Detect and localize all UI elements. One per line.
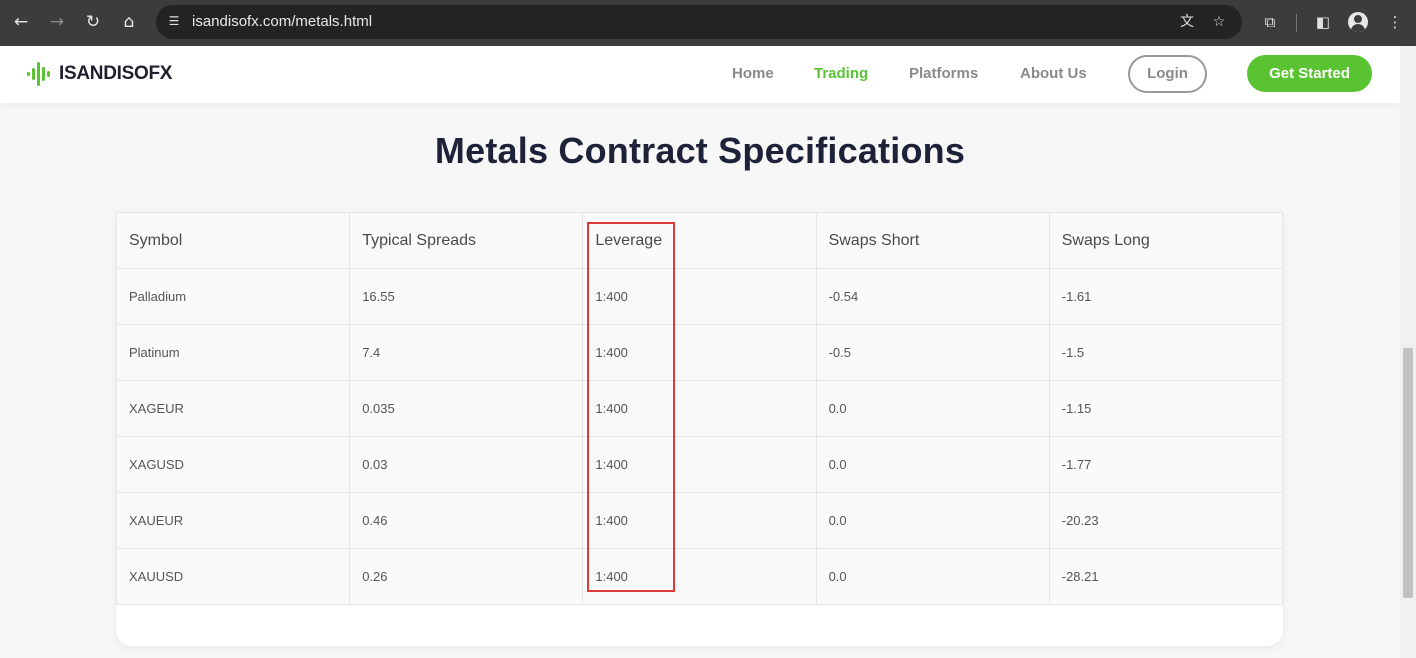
page-scrollbar[interactable] xyxy=(1400,46,1416,658)
table-row: Palladium 16.55 1:400 -0.54 -1.61 xyxy=(115,268,1284,325)
cell-symbol: Platinum xyxy=(115,324,351,381)
logo-text: ISANDISOFX xyxy=(59,63,173,84)
cell-typical-spread: 0.03 xyxy=(349,436,584,493)
scrollbar-thumb[interactable] xyxy=(1403,348,1413,598)
column-header-symbol: Symbol xyxy=(115,212,351,269)
cell-typical-spread: 0.46 xyxy=(349,492,584,549)
cell-swaps-long: -28.21 xyxy=(1048,548,1284,605)
cell-leverage: 1:400 xyxy=(582,268,817,325)
cell-symbol: Palladium xyxy=(115,268,351,325)
column-header-swaps-long: Swaps Long xyxy=(1048,212,1284,269)
column-header-typical-spreads: Typical Spreads xyxy=(349,212,584,269)
cell-leverage: 1:400 xyxy=(582,324,817,381)
cell-swaps-long: -1.15 xyxy=(1048,380,1284,437)
cell-symbol: XAUEUR xyxy=(115,492,351,549)
table-row: XAUUSD 0.26 1:400 0.0 -28.21 xyxy=(115,548,1284,605)
cell-leverage: 1:400 xyxy=(582,436,817,493)
cell-swaps-short: 0.0 xyxy=(815,436,1050,493)
cell-leverage: 1:400 xyxy=(582,492,817,549)
logo-bars-icon xyxy=(27,62,55,86)
nav-platforms[interactable]: Platforms xyxy=(909,65,978,82)
cell-typical-spread: 0.035 xyxy=(349,380,584,437)
bookmark-star-icon[interactable]: ☆ xyxy=(1210,13,1228,31)
cell-swaps-short: -0.54 xyxy=(815,268,1050,325)
more-menu-icon[interactable]: ⋮ xyxy=(1384,11,1406,33)
page-title: Metals Contract Specifications xyxy=(434,130,966,171)
get-started-button[interactable]: Get Started xyxy=(1247,55,1372,92)
cell-symbol: XAGEUR xyxy=(115,380,351,437)
site-header: ISANDISOFX Home Trading Platforms About … xyxy=(0,46,1400,103)
cell-swaps-long: -1.77 xyxy=(1048,436,1284,493)
cell-swaps-short: 0.0 xyxy=(815,492,1050,549)
cell-typical-spread: 0.26 xyxy=(349,548,584,605)
column-header-leverage: Leverage xyxy=(582,212,817,269)
site-info-icon[interactable]: ☰ xyxy=(166,13,182,29)
table-row: XAGEUR 0.035 1:400 0.0 -1.15 xyxy=(115,380,1284,437)
cell-symbol: XAUUSD xyxy=(115,548,351,605)
cell-swaps-short: 0.0 xyxy=(815,380,1050,437)
cell-leverage: 1:400 xyxy=(582,548,817,605)
browser-toolbar: ← → ↻ ⌂ ☰ isandisofx.com/metals.html 文 ☆… xyxy=(0,0,1416,46)
table-row: XAGUSD 0.03 1:400 0.0 -1.77 xyxy=(115,436,1284,493)
toolbar-divider xyxy=(1296,14,1297,32)
nav-about-us[interactable]: About Us xyxy=(1020,65,1087,82)
nav-trading[interactable]: Trading xyxy=(814,65,868,82)
cell-leverage: 1:400 xyxy=(582,380,817,437)
site-logo[interactable]: ISANDISOFX xyxy=(27,62,172,86)
nav-home[interactable]: Home xyxy=(732,65,774,82)
table-row: XAUEUR 0.46 1:400 0.0 -20.23 xyxy=(115,492,1284,549)
back-icon[interactable]: ← xyxy=(11,12,31,32)
specs-card: Symbol Typical Spreads Leverage Swaps Sh… xyxy=(115,212,1284,646)
home-icon[interactable]: ⌂ xyxy=(119,12,139,32)
translate-icon[interactable]: 文 xyxy=(1178,13,1196,31)
cell-typical-spread: 7.4 xyxy=(349,324,584,381)
profile-icon[interactable] xyxy=(1348,12,1368,32)
address-bar[interactable]: ☰ isandisofx.com/metals.html 文 ☆ xyxy=(156,5,1242,39)
extensions-icon[interactable]: ⧉ xyxy=(1259,11,1281,33)
cell-swaps-long: -1.5 xyxy=(1048,324,1284,381)
login-button[interactable]: Login xyxy=(1128,55,1207,93)
side-panel-icon[interactable]: ◧ xyxy=(1312,11,1334,33)
web-page: ISANDISOFX Home Trading Platforms About … xyxy=(0,46,1400,658)
url-text[interactable]: isandisofx.com/metals.html xyxy=(192,5,372,39)
cell-swaps-long: -20.23 xyxy=(1048,492,1284,549)
cell-swaps-short: 0.0 xyxy=(815,548,1050,605)
table-header-row: Symbol Typical Spreads Leverage Swaps Sh… xyxy=(115,212,1284,269)
cell-swaps-long: -1.61 xyxy=(1048,268,1284,325)
reload-icon[interactable]: ↻ xyxy=(83,12,103,32)
forward-icon[interactable]: → xyxy=(47,12,67,32)
cell-symbol: XAGUSD xyxy=(115,436,351,493)
table-row: Platinum 7.4 1:400 -0.5 -1.5 xyxy=(115,324,1284,381)
cell-typical-spread: 16.55 xyxy=(349,268,584,325)
specs-table: Symbol Typical Spreads Leverage Swaps Sh… xyxy=(115,212,1284,605)
cell-swaps-short: -0.5 xyxy=(815,324,1050,381)
column-header-swaps-short: Swaps Short xyxy=(815,212,1050,269)
